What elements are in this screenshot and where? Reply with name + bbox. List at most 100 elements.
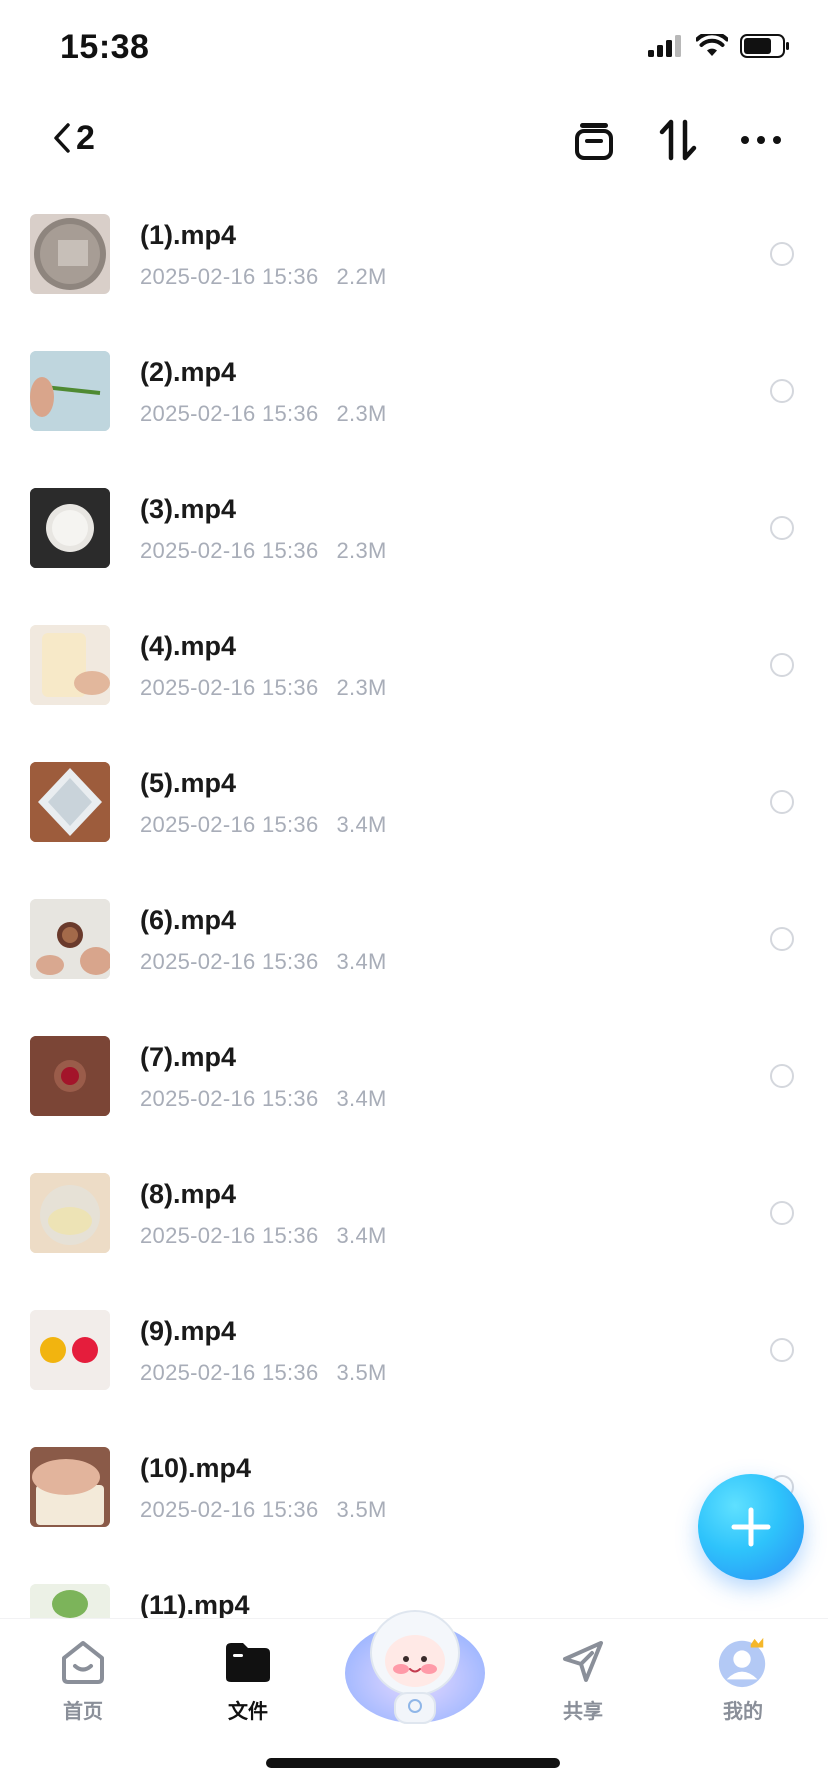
file-size: 3.4M (336, 1086, 387, 1111)
video-thumbnail (30, 762, 110, 842)
video-thumbnail (30, 625, 110, 705)
select-radio[interactable] (770, 1201, 794, 1225)
file-date: 2025-02-16 15:36 (140, 264, 319, 289)
file-name: (9).mp4 (140, 1316, 237, 1346)
select-radio[interactable] (770, 653, 794, 677)
more-icon (741, 136, 781, 144)
file-size: 3.5M (336, 1497, 387, 1522)
tab-mine[interactable]: 我的 (688, 1635, 798, 1735)
tab-files-label: 文件 (228, 1699, 268, 1723)
back-count: 2 (76, 118, 95, 157)
archive-icon (575, 123, 613, 160)
select-radio[interactable] (770, 379, 794, 403)
select-radio[interactable] (770, 927, 794, 951)
tab-home[interactable]: 首页 (28, 1635, 138, 1735)
file-name: (5).mp4 (140, 768, 237, 798)
file-size: 3.4M (336, 812, 387, 837)
archive-button[interactable] (570, 116, 618, 164)
tab-share-label: 共享 (563, 1699, 603, 1723)
assistant-mascot-button[interactable] (340, 1591, 490, 1741)
file-name: (1).mp4 (140, 220, 237, 250)
video-thumbnail (30, 899, 110, 979)
tab-share[interactable]: 共享 (528, 1635, 638, 1735)
file-name: (2).mp4 (140, 357, 237, 387)
file-row[interactable]: (2).mp4 2025-02-16 15:36 2.3M (0, 337, 828, 474)
file-meta: 2025-02-16 15:36 2.2M (140, 264, 387, 290)
status-icons (648, 34, 790, 58)
file-size: 3.5M (336, 1360, 387, 1385)
file-name: (11).mp4 (140, 1590, 250, 1620)
file-name: (10).mp4 (140, 1453, 252, 1483)
back-button[interactable]: 2 (52, 116, 95, 160)
file-date: 2025-02-16 15:36 (140, 1223, 319, 1248)
chevron-left-icon (54, 123, 70, 153)
send-icon (556, 1635, 610, 1689)
file-size: 3.4M (336, 949, 387, 974)
file-size: 2.3M (336, 401, 387, 426)
tab-mine-label: 我的 (723, 1699, 763, 1723)
select-radio[interactable] (770, 1064, 794, 1088)
file-name: (7).mp4 (140, 1042, 237, 1072)
file-size: 3.4M (336, 1223, 387, 1248)
mascot-icon (345, 1610, 485, 1724)
file-row[interactable]: (5).mp4 2025-02-16 15:36 3.4M (0, 748, 828, 885)
home-icon (56, 1635, 110, 1689)
select-radio[interactable] (770, 516, 794, 540)
file-row[interactable]: (7).mp4 2025-02-16 15:36 3.4M (0, 1022, 828, 1159)
file-name: (4).mp4 (140, 631, 237, 661)
file-size: 2.3M (336, 538, 387, 563)
file-date: 2025-02-16 15:36 (140, 812, 319, 837)
select-radio[interactable] (770, 790, 794, 814)
file-date: 2025-02-16 15:36 (140, 949, 319, 974)
video-thumbnail (30, 351, 110, 431)
avatar-icon (716, 1635, 770, 1689)
status-time: 15:38 (60, 28, 150, 66)
file-name: (6).mp4 (140, 905, 237, 935)
video-thumbnail (30, 488, 110, 568)
video-thumbnail (30, 1584, 110, 1620)
video-thumbnail (30, 1173, 110, 1253)
file-row[interactable]: (4).mp4 2025-02-16 15:36 2.3M (0, 611, 828, 748)
plus-icon (731, 1507, 771, 1547)
file-date: 2025-02-16 15:36 (140, 401, 319, 426)
file-size: 2.3M (336, 675, 387, 700)
video-thumbnail (30, 1310, 110, 1390)
file-meta: 2025-02-16 15:36 2.3M (140, 675, 387, 701)
file-date: 2025-02-16 15:36 (140, 1497, 319, 1522)
sort-icon (659, 119, 697, 161)
file-meta: 2025-02-16 15:36 3.5M (140, 1497, 387, 1523)
wifi-icon (696, 34, 728, 56)
file-meta: 2025-02-16 15:36 3.4M (140, 812, 387, 838)
tab-files[interactable]: 文件 (193, 1635, 303, 1735)
tab-home-label: 首页 (63, 1699, 103, 1723)
select-radio[interactable] (770, 242, 794, 266)
file-meta: 2025-02-16 15:36 3.5M (140, 1360, 387, 1386)
header: 2 (0, 100, 828, 180)
file-date: 2025-02-16 15:36 (140, 1360, 319, 1385)
select-radio[interactable] (770, 1338, 794, 1362)
file-name: (3).mp4 (140, 494, 237, 524)
file-meta: 2025-02-16 15:36 2.3M (140, 538, 387, 564)
file-row[interactable]: (9).mp4 2025-02-16 15:36 3.5M (0, 1296, 828, 1433)
more-button[interactable] (737, 116, 785, 164)
video-thumbnail (30, 1447, 110, 1527)
file-date: 2025-02-16 15:36 (140, 675, 319, 700)
video-thumbnail (30, 214, 110, 294)
file-name: (8).mp4 (140, 1179, 237, 1209)
add-button[interactable] (698, 1474, 804, 1580)
file-date: 2025-02-16 15:36 (140, 1086, 319, 1111)
video-thumbnail (30, 1036, 110, 1116)
sort-button[interactable] (654, 116, 702, 164)
cellular-signal-icon (648, 35, 681, 57)
file-row[interactable]: (6).mp4 2025-02-16 15:36 3.4M (0, 885, 828, 1022)
file-size: 2.2M (336, 264, 387, 289)
file-row[interactable]: (3).mp4 2025-02-16 15:36 2.3M (0, 474, 828, 611)
file-row[interactable]: (1).mp4 2025-02-16 15:36 2.2M (0, 200, 828, 337)
file-meta: 2025-02-16 15:36 3.4M (140, 949, 387, 975)
file-meta: 2025-02-16 15:36 2.3M (140, 401, 387, 427)
file-row[interactable]: (8).mp4 2025-02-16 15:36 3.4M (0, 1159, 828, 1296)
battery-icon (740, 34, 789, 58)
home-indicator (266, 1758, 560, 1768)
folder-icon (221, 1635, 275, 1689)
file-list: (1).mp4 2025-02-16 15:36 2.2M (2).mp4 202… (0, 200, 828, 1620)
